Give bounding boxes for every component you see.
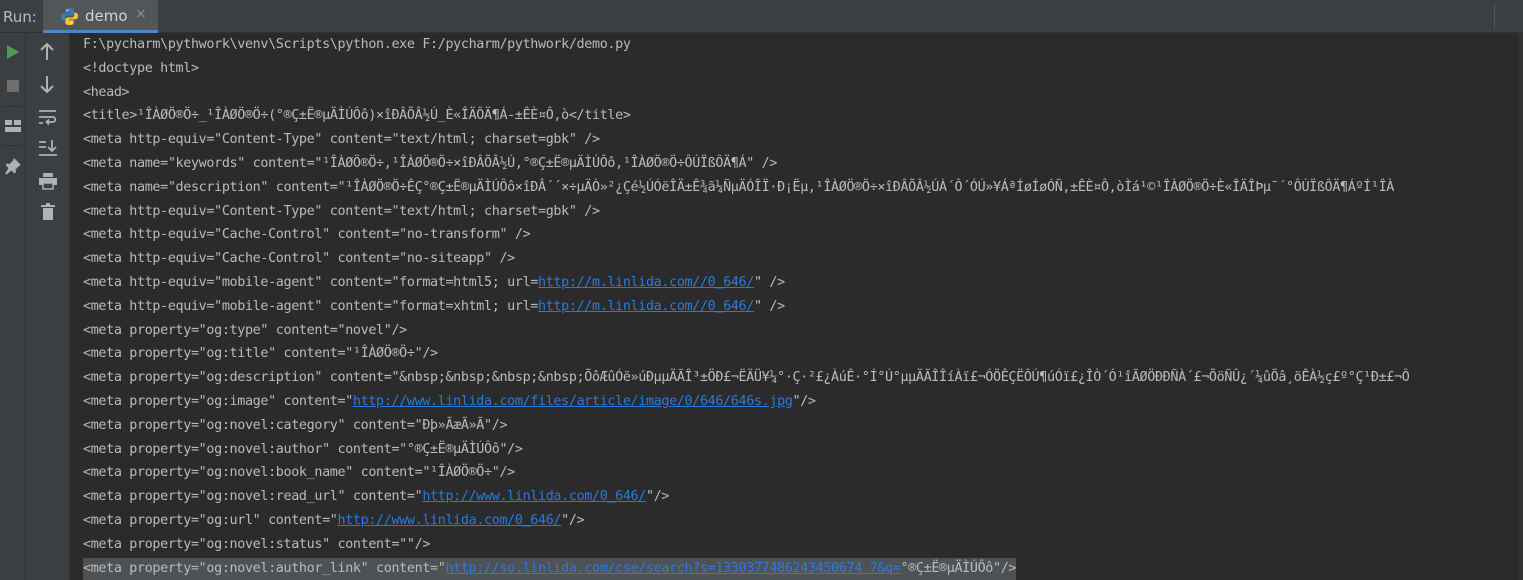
console-line: <meta http-equiv="mobile-agent" content=… bbox=[83, 272, 785, 294]
console-text: <meta http-equiv="Cache-Control" content… bbox=[83, 227, 531, 243]
console-line: <meta name="keywords" content="¹ÎÀØÖ®Ö÷,… bbox=[83, 153, 777, 175]
console-text: <title>¹ÎÀØÖ®Ö÷_¹ÎÀØÖ®Ö÷(°®Ç±Ë®µÄÌÚÔô)×î… bbox=[83, 108, 631, 124]
console-text: <meta property="og:novel:read_url" conte… bbox=[83, 489, 423, 505]
console-line: <meta http-equiv="Content-Type" content=… bbox=[83, 129, 600, 151]
console-line: <meta http-equiv="Content-Type" content=… bbox=[83, 201, 600, 223]
console-line: <meta name="description" content="¹ÎÀØÖ®… bbox=[83, 177, 1394, 199]
console-text: <meta name="keywords" content="¹ÎÀØÖ®Ö÷,… bbox=[83, 156, 778, 171]
console-text: <meta http-equiv="Content-Type" content=… bbox=[83, 203, 600, 219]
console-text: °®Ç±Ë®µÄÌÚÔô"/> bbox=[900, 560, 1017, 576]
console-text: "/> bbox=[645, 489, 670, 505]
run-toolbar: Run: demo × bbox=[0, 0, 1523, 33]
console-text: F:\pycharm\pythwork\venv\Scripts\python.… bbox=[83, 37, 631, 52]
trash-icon[interactable] bbox=[40, 203, 56, 221]
console-text: <meta property="og:novel:status" content… bbox=[83, 536, 431, 552]
console-text: <meta name="description" content="¹ÎÀØÖ®… bbox=[83, 179, 1395, 195]
console-text: <meta property="og:novel:author" content… bbox=[83, 441, 523, 457]
console-text: <!doctype html> bbox=[83, 60, 199, 76]
console-line: <meta property="og:type" content="novel"… bbox=[83, 320, 407, 342]
toolbar-divider bbox=[1494, 4, 1495, 30]
console-line: <meta property="og:url" content="http://… bbox=[83, 510, 585, 532]
console-link[interactable]: http://m.linlida.com//0_646/ bbox=[538, 275, 754, 290]
console-line: <meta http-equiv="mobile-agent" content=… bbox=[83, 296, 785, 318]
python-icon bbox=[60, 7, 79, 26]
console-text: "/> bbox=[561, 513, 585, 528]
console-text: <meta property="og:description" content=… bbox=[83, 370, 1410, 386]
print-icon[interactable] bbox=[38, 172, 58, 190]
console-text: <meta http-equiv="Content-Type" content=… bbox=[83, 132, 600, 148]
console-text: <head> bbox=[83, 84, 130, 100]
console-output[interactable]: F:\pycharm\pythwork\venv\Scripts\python.… bbox=[70, 33, 1523, 580]
console-line: F:\pycharm\pythwork\venv\Scripts\python.… bbox=[83, 34, 631, 56]
console-link[interactable]: http://so.linlida.com/cse/search?s=13303… bbox=[445, 561, 900, 576]
divider bbox=[3, 145, 23, 146]
divider bbox=[3, 106, 23, 107]
console-text: <meta http-equiv="Cache-Control" content… bbox=[83, 251, 515, 267]
console-link[interactable]: http://www.linlida.com/files/article/ima… bbox=[353, 394, 793, 409]
down-arrow-icon[interactable] bbox=[39, 75, 55, 93]
console-line: <meta property="og:novel:author" content… bbox=[83, 439, 523, 461]
console-text: <meta property="og:novel:category" conte… bbox=[83, 417, 508, 433]
console-link[interactable]: http://m.linlida.com//0_646/ bbox=[538, 299, 754, 314]
console-line: <meta http-equiv="Cache-Control" content… bbox=[83, 248, 515, 270]
console-text: <meta property="og:url" content=" bbox=[83, 513, 338, 528]
soft-wrap-icon[interactable] bbox=[38, 108, 58, 126]
console-text: <meta property="og:novel:book_name" cont… bbox=[83, 465, 515, 481]
run-label: Run: bbox=[3, 8, 37, 26]
run-controls-sidebar bbox=[0, 33, 26, 580]
tab-label: demo bbox=[85, 7, 128, 25]
console-line: <meta property="og:title" content="¹ÎÀØÖ… bbox=[83, 343, 438, 365]
console-text: <meta property="og:title" content="¹ÎÀØÖ… bbox=[83, 346, 438, 362]
console-line: <title>¹ÎÀØÖ®Ö÷_¹ÎÀØÖ®Ö÷(°®Ç±Ë®µÄÌÚÔô)×î… bbox=[83, 105, 631, 127]
up-arrow-icon[interactable] bbox=[39, 43, 55, 61]
tab-demo[interactable]: demo × bbox=[43, 0, 158, 33]
console-line: <meta property="og:description" content=… bbox=[83, 367, 1410, 389]
console-text: <meta property="og:image" content=" bbox=[83, 394, 353, 409]
console-line: <meta property="og:image" content="http:… bbox=[83, 391, 816, 413]
layout-icon[interactable] bbox=[4, 119, 22, 133]
console-link[interactable]: http://www.linlida.com/0_646/ bbox=[422, 489, 646, 504]
console-line: <meta property="og:novel:status" content… bbox=[83, 534, 430, 556]
console-text: "/> bbox=[792, 394, 816, 409]
console-line: <!doctype html> bbox=[83, 58, 199, 80]
run-icon[interactable] bbox=[6, 44, 20, 60]
scrollbar[interactable] bbox=[1519, 33, 1523, 580]
pin-icon[interactable] bbox=[4, 157, 22, 175]
console-line: <meta property="og:novel:read_url" conte… bbox=[83, 486, 669, 508]
console-link[interactable]: http://www.linlida.com/0_646/ bbox=[338, 513, 562, 528]
console-text: <meta property="og:type" content="novel"… bbox=[83, 322, 407, 338]
console-text: <meta property="og:novel:author_link" co… bbox=[83, 560, 446, 576]
console-text: " /> bbox=[753, 275, 785, 290]
console-line: <meta property="og:novel:category" conte… bbox=[83, 415, 508, 437]
console-line: <meta http-equiv="Cache-Control" content… bbox=[83, 224, 531, 246]
scroll-to-end-icon[interactable] bbox=[38, 139, 58, 157]
console-line: <meta property="og:novel:book_name" cont… bbox=[83, 462, 515, 484]
console-tools-sidebar bbox=[26, 33, 70, 580]
console-text: <meta http-equiv="mobile-agent" content=… bbox=[83, 275, 538, 290]
console-text: <meta http-equiv="mobile-agent" content=… bbox=[83, 298, 538, 314]
stop-icon[interactable] bbox=[6, 79, 20, 93]
close-icon[interactable]: × bbox=[135, 6, 147, 22]
console-line: <meta property="og:novel:author_link" co… bbox=[83, 557, 1017, 580]
console-text: " /> bbox=[753, 298, 785, 314]
console-line: <head> bbox=[83, 82, 130, 104]
